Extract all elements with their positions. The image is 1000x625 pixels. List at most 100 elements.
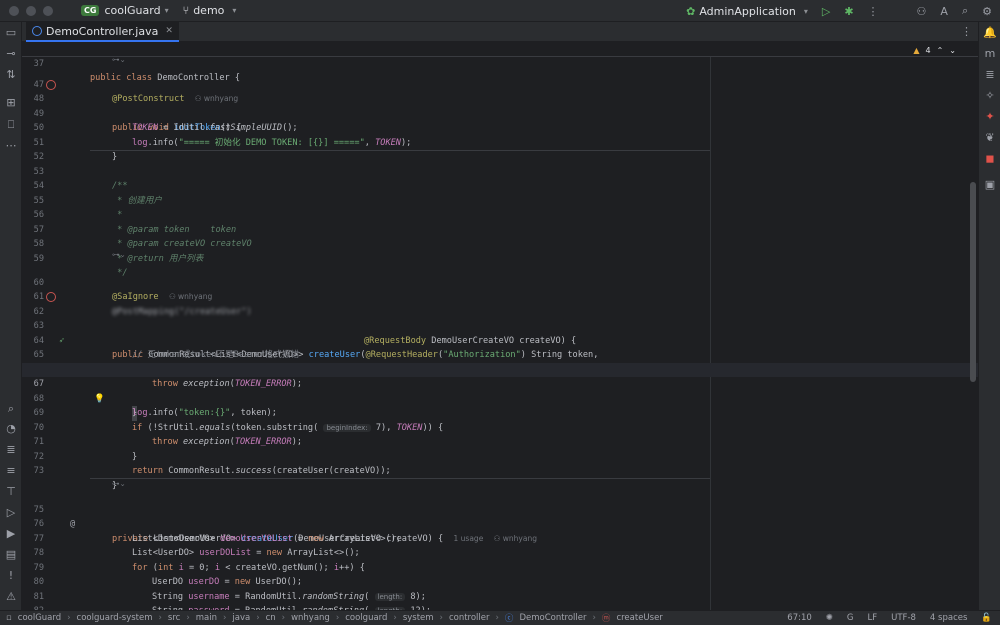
module-icon: ▫ <box>6 613 12 623</box>
chevron-right-icon: › <box>281 613 286 623</box>
chevron-right-icon: › <box>186 613 190 623</box>
chevron-down-icon: ▾ <box>803 6 808 16</box>
problems-icon[interactable]: ! <box>4 569 18 583</box>
code-line: 77 List<UserDO> userDOList = new ArrayLi… <box>22 517 978 559</box>
panel-icon[interactable]: ▣ <box>983 178 997 192</box>
file-encoding[interactable]: UTF-8 <box>891 613 916 623</box>
warning-count: 4 <box>925 46 931 55</box>
pull-request-icon[interactable]: ⇅ <box>4 68 18 82</box>
database-icon[interactable]: ≣ <box>983 68 997 82</box>
inspection-widget[interactable]: ▲ 4 ⌃ ⌄ <box>913 44 956 59</box>
line-separator[interactable]: LF <box>868 613 878 623</box>
breadcrumb-item[interactable]: coolguard <box>345 613 387 623</box>
database-icon[interactable]: ≣ <box>4 443 18 457</box>
branch-icon: ⑂ <box>182 4 190 17</box>
commit-icon[interactable]: ⊸ <box>4 47 18 61</box>
layers-icon[interactable]: ≡ <box>4 464 18 478</box>
breadcrumb-item[interactable]: system <box>403 613 434 623</box>
code-line: 57 * @param createVO createVO <box>22 208 978 250</box>
google-icon[interactable]: G <box>847 613 854 623</box>
bookmark-icon[interactable]: ⎕ <box>4 118 18 132</box>
redis-icon[interactable]: ◼ <box>983 152 997 166</box>
breadcrumb-item[interactable]: DemoController <box>519 613 586 623</box>
tab-label: DemoController.java <box>46 24 159 38</box>
terminal-icon[interactable]: ▤ <box>4 548 18 562</box>
editor-scrollbar[interactable] <box>970 182 976 382</box>
tab-democontroller[interactable]: DemoController.java ✕ <box>26 22 179 42</box>
breadcrumb-item[interactable]: controller <box>449 613 490 623</box>
chevron-down-icon[interactable]: ⌄ <box>949 44 956 59</box>
breadcrumb-item[interactable]: coolguard-system <box>77 613 153 623</box>
code-line: 72 return CommonResult.success(createUse… <box>22 435 978 477</box>
lock-icon[interactable]: 🔓 <box>981 613 992 623</box>
status-bar: ▫ coolGuard › coolguard-system › src › m… <box>0 610 1000 625</box>
code-line: 75 @ private List<DemoUserVO> createUser… <box>22 488 978 544</box>
breadcrumb-item[interactable]: createUser <box>616 613 662 623</box>
build-icon[interactable]: ⊤ <box>4 485 18 499</box>
navigation-breadcrumb: ▫ coolGuard › coolguard-system › src › m… <box>6 612 663 624</box>
code-line: 54 * 创建用户 <box>22 165 978 206</box>
run-icon[interactable]: ▷ <box>822 5 830 18</box>
ai-icon[interactable]: ✺ <box>826 613 833 623</box>
code-line: 73 <box>22 464 978 479</box>
more-icon[interactable]: ⋮ <box>961 25 972 38</box>
notifications-icon[interactable]: 🔔 <box>983 26 997 40</box>
breadcrumb-item[interactable]: wnhyang <box>291 613 330 623</box>
code-line: 70 throw exception(TOKEN_ERROR); <box>22 406 978 448</box>
chevron-right-icon: › <box>158 613 162 623</box>
code-line: 69 if (!StrUtil.equals(token.substring( … <box>22 392 978 433</box>
find-icon[interactable]: ⌕ <box>4 402 18 416</box>
chevron-right-icon: › <box>335 613 340 623</box>
code-line: 63 @RequestBody DemoUserCreateVO createV… <box>22 305 978 346</box>
project-name[interactable]: coolGuard <box>104 4 160 17</box>
indent-setting[interactable]: 4 spaces <box>930 613 967 623</box>
notifications-problems-icon[interactable]: ⚠ <box>4 590 18 604</box>
sticky-line[interactable]: 37 public class DemoController { ▲ 4 ⌃ ⌄ <box>22 42 978 83</box>
chevron-right-icon: › <box>439 613 443 623</box>
more-tools-icon[interactable]: ⋯ <box>4 139 18 153</box>
breadcrumb-item[interactable]: main <box>196 613 217 623</box>
code-vision-hint[interactable]: ⊶⌄ <box>112 479 126 488</box>
add-user-icon[interactable]: ⚇ <box>917 5 927 18</box>
right-tool-window-bar: 🔔 m ≣ ✧ ✦ ❦ ◼ ▣ <box>978 22 1000 610</box>
settings-icon[interactable]: ⚙ <box>982 5 992 18</box>
override-icon[interactable] <box>46 292 56 302</box>
breadcrumb-item[interactable]: java <box>232 613 250 623</box>
close-icon[interactable]: ✕ <box>165 26 173 36</box>
breadcrumb-item[interactable]: cn <box>266 613 276 623</box>
more-icon[interactable]: ⋮ <box>868 5 879 18</box>
maven-icon[interactable]: m <box>983 47 997 61</box>
chevron-right-icon: › <box>495 613 499 623</box>
run-configuration-selector[interactable]: ✿ AdminApplication ▾ <box>686 5 808 18</box>
debug-tool-icon[interactable]: ▶ <box>4 527 18 541</box>
code-line: 61 @PostMapping("/createUser") <box>22 276 978 317</box>
ai-assistant-icon[interactable]: ✧ <box>983 89 997 103</box>
breadcrumb-item[interactable]: coolGuard <box>18 613 61 623</box>
plugin-icon[interactable]: ✦ <box>983 110 997 124</box>
services-icon[interactable]: ◔ <box>4 422 18 436</box>
project-badge[interactable]: CG <box>81 5 100 16</box>
code-line: 60 @SaIgnore ⚇ wnhyang <box>22 261 978 303</box>
code-editor[interactable]: 37 public class DemoController { ▲ 4 ⌃ ⌄… <box>22 42 978 610</box>
chevron-up-icon[interactable]: ⌃ <box>937 44 944 59</box>
branch-selector[interactable]: ⑂ demo ▾ <box>183 4 237 17</box>
minimize-window-button[interactable] <box>26 5 36 16</box>
debug-icon[interactable]: ✱ <box>844 5 853 18</box>
editor-tab-bar: DemoController.java ✕ ⋮ <box>22 22 978 42</box>
structure-icon[interactable]: ⊞ <box>4 96 18 110</box>
code-vision-hint[interactable]: ⊶⌄ <box>112 250 126 259</box>
chevron-down-icon[interactable]: ▾ <box>165 6 169 15</box>
maximize-window-button[interactable] <box>43 5 53 16</box>
method-icon: ⓜ <box>601 614 611 624</box>
translate-icon[interactable]: A <box>940 5 948 18</box>
run-tool-icon[interactable]: ▷ <box>4 506 18 520</box>
folder-icon[interactable]: ▭ <box>4 26 18 40</box>
code-line: 62 ➶ public CommonResult<List<DemoUserVO… <box>22 290 978 360</box>
close-window-button[interactable] <box>9 5 19 16</box>
search-icon[interactable]: ⌕ <box>962 4 968 18</box>
leaf-icon[interactable]: ❦ <box>983 131 997 145</box>
breadcrumb-item[interactable]: src <box>168 613 180 623</box>
caret-position[interactable]: 67:10 <box>787 613 812 623</box>
window-controls[interactable] <box>9 5 53 16</box>
override-icon[interactable] <box>46 79 56 90</box>
